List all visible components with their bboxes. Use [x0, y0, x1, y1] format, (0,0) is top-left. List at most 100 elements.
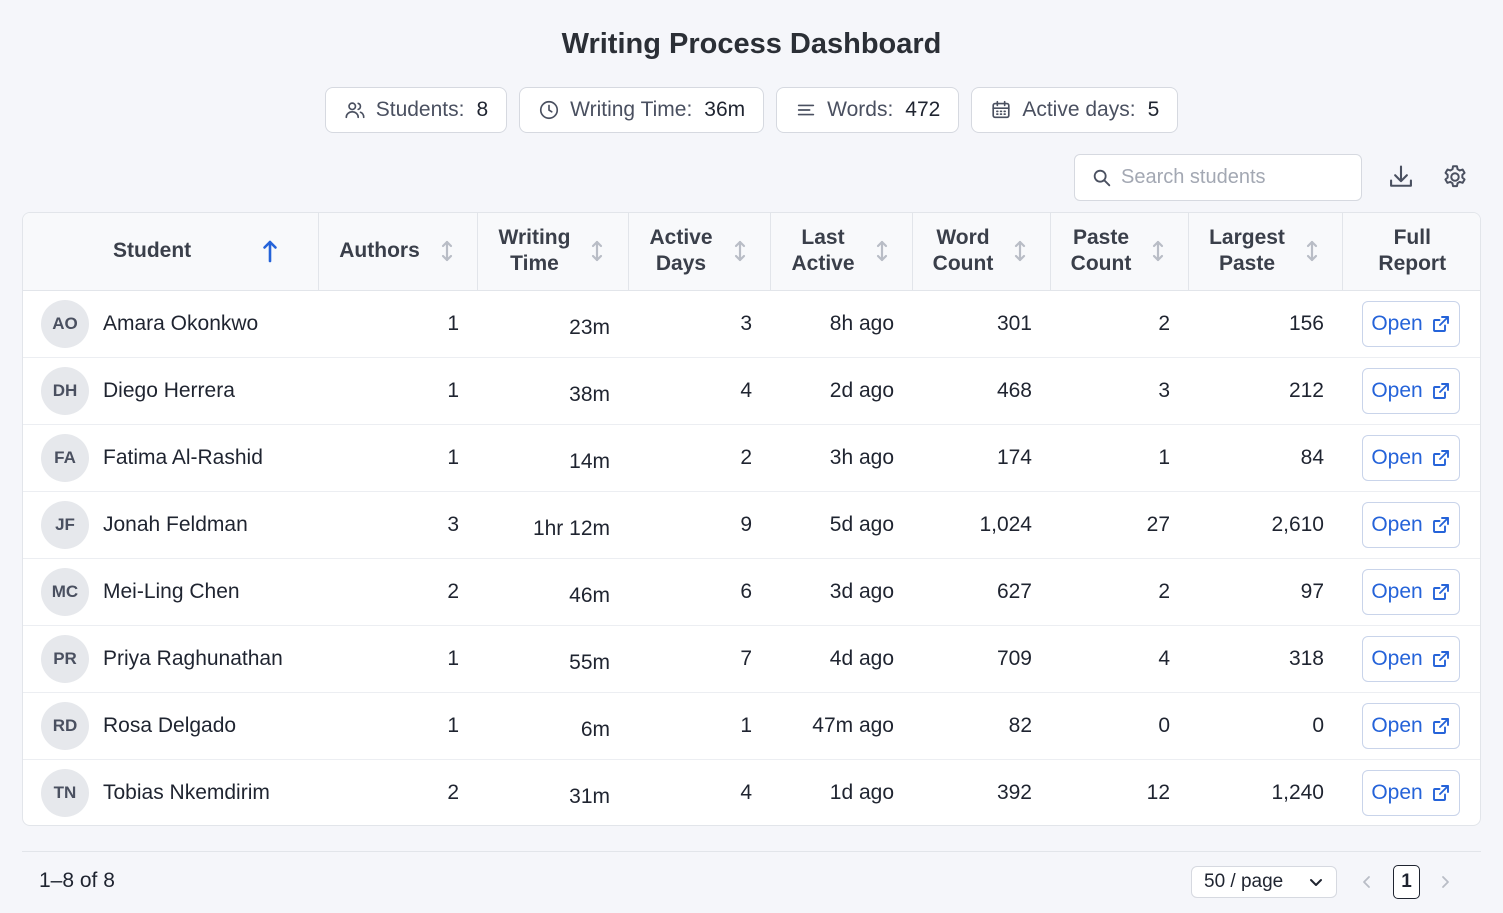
cell-word-count: 174 — [912, 424, 1050, 492]
open-label: Open — [1371, 713, 1423, 737]
chevron-down-icon — [1310, 879, 1322, 886]
sort-icon[interactable] — [731, 238, 749, 264]
cell-full-report: Open — [1342, 759, 1480, 825]
search-box[interactable] — [1074, 154, 1362, 201]
search-input[interactable] — [1121, 166, 1351, 189]
cell-full-report: Open — [1342, 625, 1480, 693]
column-label: Last Active — [791, 225, 854, 277]
table-row: MC Mei-Ling Chen 2 46m 6 3d ago 627 2 97 Open — [23, 558, 1480, 626]
page-1-button[interactable]: 1 — [1393, 865, 1420, 899]
avatar: DH — [41, 366, 89, 415]
clock-icon — [540, 100, 559, 120]
cell-last-active: 4d ago — [770, 625, 912, 693]
open-report-button[interactable]: Open — [1362, 568, 1460, 615]
open-report-button[interactable]: Open — [1362, 367, 1460, 414]
cell-word-count: 392 — [996, 780, 1032, 804]
cell-authors: 3 — [318, 491, 477, 559]
column-header-largest-paste[interactable]: Largest Paste — [1188, 213, 1343, 291]
column-label: Authors — [339, 238, 420, 264]
sort-icon[interactable] — [1011, 238, 1029, 264]
stat-value: 8 — [476, 98, 489, 121]
cell-active-days: 6 — [628, 558, 770, 626]
column-label: Word Count — [933, 225, 994, 277]
gear-icon — [1444, 165, 1466, 188]
cell-paste-count: 27 — [1050, 491, 1188, 559]
chevron-right-icon — [1442, 876, 1449, 888]
cell-largest-paste: 0 — [1188, 692, 1342, 760]
student-name: Priya Raghunathan — [103, 646, 283, 670]
column-header-paste-count[interactable]: Paste Count — [1050, 213, 1189, 291]
cell-active-days: 9 — [628, 491, 770, 559]
avatar: AO — [41, 299, 89, 348]
column-label-line: Writing — [498, 226, 571, 250]
cell-student: RD Rosa Delgado — [23, 692, 318, 760]
external-link-icon — [1432, 516, 1449, 533]
cell-last-active: 3h ago — [770, 424, 912, 492]
cell-word-count: 627 — [912, 558, 1050, 626]
cell-full-report: Open — [1342, 491, 1480, 559]
student-name: Jonah Feldman — [103, 512, 248, 536]
table-row: RD Rosa Delgado 1 6m 1 47m ago 82 0 0 Open — [23, 692, 1480, 760]
avatar: PR — [41, 634, 89, 683]
stat-label: Active days: — [1022, 98, 1136, 121]
cell-word-count: 1,024 — [912, 491, 1050, 559]
cell-full-report: Open — [1342, 558, 1480, 626]
stat-value: 5 — [1147, 98, 1160, 121]
open-label: Open — [1371, 780, 1423, 804]
open-report-button[interactable]: Open — [1362, 434, 1460, 481]
cell-student: FA Fatima Al-Rashid — [23, 424, 318, 492]
column-label-line: Authors — [339, 239, 420, 263]
cell-largest-paste: 212 — [1188, 357, 1342, 425]
cell-last-active: 1d ago — [829, 780, 894, 804]
sort-icon[interactable] — [1303, 238, 1321, 264]
settings-button[interactable] — [1439, 161, 1471, 193]
sort-icon[interactable] — [588, 238, 606, 264]
open-report-button[interactable]: Open — [1362, 702, 1460, 749]
cell-largest-paste: 1,240 — [1271, 780, 1324, 804]
column-header-writing-time[interactable]: Writing Time — [477, 213, 629, 291]
sort-ascending-icon[interactable] — [261, 238, 279, 264]
sort-icon[interactable] — [438, 238, 456, 264]
prev-page-button[interactable] — [1353, 865, 1381, 899]
stats-bar: Students: 8 Writing Time: 36m Words: 472… — [0, 87, 1503, 133]
cell-active-days: 3 — [628, 290, 770, 358]
external-link-icon — [1432, 784, 1449, 801]
cell-paste-count: 4 — [1050, 625, 1188, 693]
column-header-active-days[interactable]: Active Days — [628, 213, 771, 291]
column-label-line: Paste — [1072, 226, 1130, 250]
column-header-student[interactable]: Student — [23, 213, 319, 291]
column-label-line: Report — [1378, 252, 1447, 276]
external-link-icon — [1432, 583, 1449, 600]
chevron-left-icon — [1363, 876, 1370, 888]
sort-icon[interactable] — [873, 238, 891, 264]
open-report-button[interactable]: Open — [1362, 635, 1460, 682]
cell-paste-count: 12 — [1146, 780, 1170, 804]
column-header-authors[interactable]: Authors — [318, 213, 478, 291]
column-label-line: Last — [801, 226, 845, 250]
column-label: Active Days — [649, 225, 712, 277]
page-title: Writing Process Dashboard — [561, 28, 942, 60]
external-link-icon — [1432, 717, 1449, 734]
open-report-button[interactable]: Open — [1362, 300, 1460, 347]
pagination-range: 1–8 of 8 — [39, 869, 115, 892]
cell-paste-count: 1 — [1050, 424, 1188, 492]
avatar: MC — [41, 567, 89, 616]
open-report-button[interactable]: Open — [1362, 501, 1460, 548]
download-icon — [1390, 165, 1412, 187]
next-page-button[interactable] — [1431, 865, 1459, 899]
cell-writing-time: 14m — [477, 424, 628, 492]
column-header-last-active[interactable]: Last Active — [770, 213, 913, 291]
open-report-button[interactable]: Open — [1362, 769, 1460, 816]
column-label: Full Report — [1378, 225, 1446, 277]
stat-value: 472 — [905, 98, 941, 121]
download-button[interactable] — [1385, 161, 1417, 193]
cell-student: TN Tobias Nkemdirim — [23, 759, 318, 825]
open-label: Open — [1371, 378, 1423, 402]
page-size-select[interactable]: 50 / page — [1191, 866, 1337, 898]
student-name: Mei-Ling Chen — [103, 579, 240, 603]
stat-label: Students: — [375, 98, 465, 121]
column-header-word-count[interactable]: Word Count — [912, 213, 1051, 291]
cell-last-active: 2d ago — [770, 357, 912, 425]
student-name: Diego Herrera — [103, 378, 235, 402]
sort-icon[interactable] — [1149, 238, 1167, 264]
